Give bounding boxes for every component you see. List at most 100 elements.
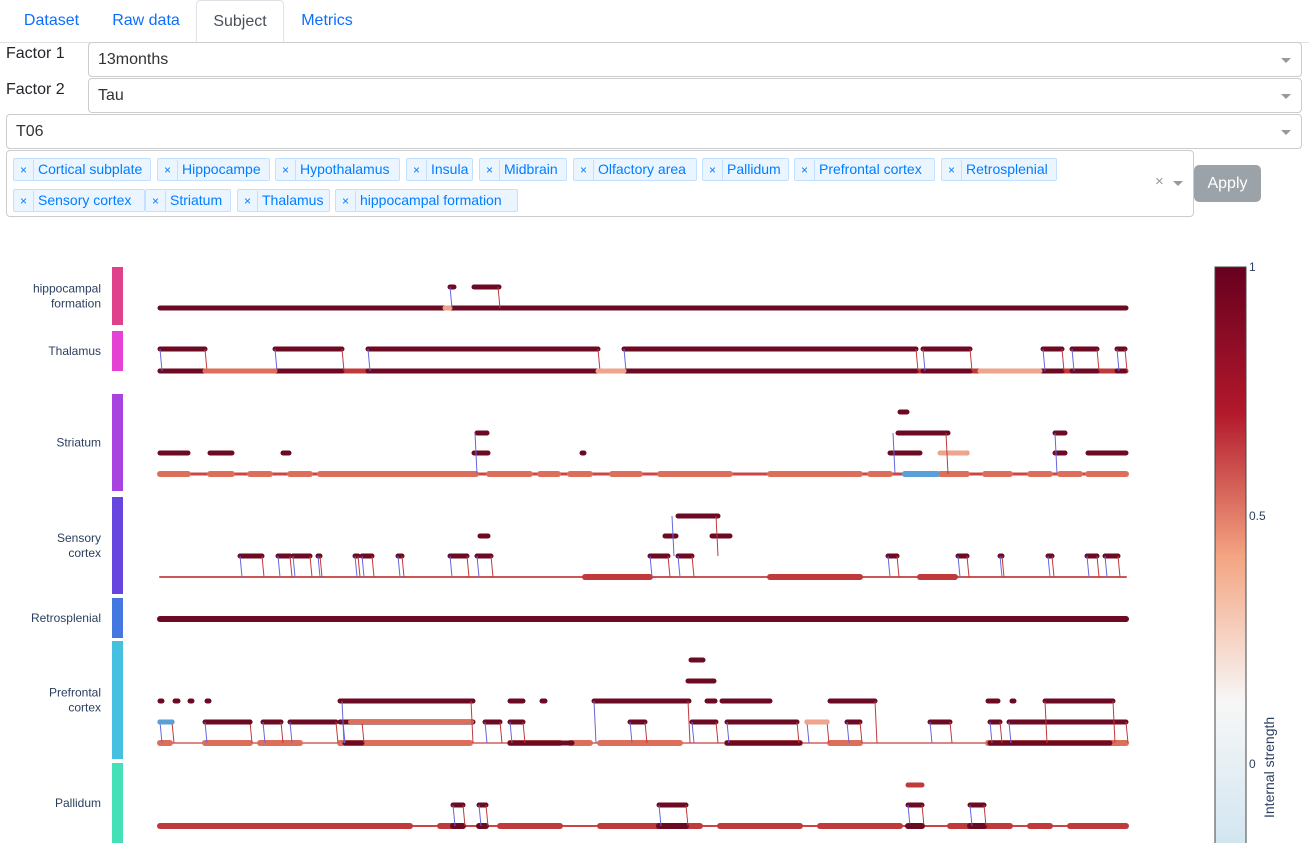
- tab-bar: Dataset Raw data Subject Metrics: [0, 0, 1309, 43]
- track-link: [907, 804, 911, 827]
- row-label: cortex: [68, 546, 101, 560]
- tracks: [157, 284, 1129, 829]
- colorbar-tick: 0: [1249, 757, 1256, 771]
- remove-chip-icon[interactable]: ×: [276, 160, 296, 181]
- track-link: [896, 555, 900, 578]
- track-link: [485, 804, 489, 827]
- region-chip: × Midbrain: [479, 158, 567, 181]
- track-link: [449, 286, 453, 309]
- region-chip: × Retrosplenial: [941, 158, 1057, 181]
- track-link: [361, 555, 365, 578]
- remove-chip-icon[interactable]: ×: [795, 160, 815, 181]
- row-color-band: [112, 763, 123, 843]
- row-label: cortex: [68, 701, 101, 715]
- region-rows: hippocampalformation Thalamus Striatum Sens…: [31, 267, 123, 843]
- track-link: [204, 721, 208, 744]
- track-link: [929, 721, 933, 744]
- chevron-down-icon[interactable]: [1173, 181, 1183, 186]
- track-link: [999, 555, 1003, 578]
- colorbar: [1214, 266, 1247, 843]
- region-chip: × Pallidum: [702, 158, 789, 181]
- track-link: [171, 721, 175, 744]
- row-color-band: [112, 331, 123, 371]
- track-link: [826, 721, 830, 744]
- tab-dataset[interactable]: Dataset: [8, 0, 95, 41]
- track-link: [649, 555, 653, 578]
- remove-chip-icon[interactable]: ×: [703, 160, 723, 181]
- track-link: [629, 721, 633, 744]
- remove-chip-icon[interactable]: ×: [942, 160, 962, 181]
- track-link: [499, 721, 503, 744]
- track-link: [989, 721, 993, 744]
- track-link: [261, 555, 265, 578]
- row-label: Striatum: [56, 436, 101, 450]
- track-link: [949, 721, 953, 744]
- row-color-band: [112, 497, 123, 594]
- remove-chip-icon[interactable]: ×: [480, 160, 500, 181]
- track-link: [887, 555, 891, 578]
- tab-raw-data[interactable]: Raw data: [98, 0, 194, 41]
- track-link: [1086, 555, 1090, 578]
- chevron-down-icon[interactable]: [1281, 130, 1291, 135]
- track-link: [1096, 348, 1100, 372]
- region-chip: × Olfactory area: [573, 158, 697, 181]
- colorbar-tick: 1: [1249, 260, 1256, 274]
- track-link: [623, 348, 627, 372]
- region-chip: × Cortical subplate: [13, 158, 151, 181]
- factor1-label: Factor 1: [6, 45, 65, 62]
- track-link: [357, 555, 361, 578]
- track-link: [371, 555, 375, 578]
- clear-all-icon[interactable]: ×: [1155, 173, 1164, 190]
- track-link: [478, 804, 482, 827]
- remove-chip-icon[interactable]: ×: [158, 160, 178, 181]
- track-link: [1117, 555, 1121, 578]
- track-link: [1096, 555, 1100, 578]
- factor2-select[interactable]: Tau: [88, 78, 1302, 113]
- subject-select[interactable]: T06: [6, 114, 1302, 149]
- apply-button[interactable]: Apply: [1194, 165, 1261, 202]
- track-link: [397, 555, 401, 578]
- track-link: [401, 555, 405, 578]
- track-link: [691, 721, 695, 744]
- region-chip: × Thalamus: [237, 189, 330, 212]
- tab-subject[interactable]: Subject: [196, 0, 284, 42]
- factor1-select[interactable]: 13months: [88, 42, 1302, 77]
- track-link: [859, 721, 863, 744]
- track-link: [1047, 555, 1051, 578]
- track-link: [452, 804, 456, 827]
- chevron-down-icon[interactable]: [1281, 58, 1291, 63]
- track-link: [509, 721, 513, 744]
- track-link: [497, 286, 501, 309]
- track-link: [262, 721, 266, 744]
- remove-chip-icon[interactable]: ×: [146, 191, 166, 212]
- track-link: [715, 721, 719, 744]
- track-link: [159, 721, 163, 744]
- colorbar-title: Internal strength: [1261, 717, 1277, 818]
- track-link: [806, 721, 810, 744]
- track-link: [204, 348, 208, 372]
- remove-chip-icon[interactable]: ×: [574, 160, 594, 181]
- tab-metrics[interactable]: Metrics: [286, 0, 368, 41]
- remove-chip-icon[interactable]: ×: [14, 191, 34, 212]
- track-link: [969, 348, 973, 372]
- remove-chip-icon[interactable]: ×: [336, 191, 356, 212]
- track-link: [1042, 348, 1046, 372]
- track-link: [335, 721, 339, 744]
- track-link: [289, 721, 293, 744]
- track-link: [966, 555, 970, 578]
- remove-chip-icon[interactable]: ×: [238, 191, 258, 212]
- track-link: [922, 348, 926, 372]
- row-label: Sensory: [57, 531, 101, 545]
- track-link: [1001, 555, 1005, 578]
- region-chip: × Sensory cortex: [13, 189, 145, 212]
- track-link: [685, 804, 689, 827]
- row-label: Retrosplenial: [31, 611, 101, 625]
- track-link: [466, 555, 470, 578]
- track-link: [1071, 348, 1075, 372]
- region-multiselect[interactable]: × Cortical subplate × Hippocampe × Hypothal…: [6, 150, 1194, 217]
- track-link: [309, 555, 313, 578]
- chevron-down-icon[interactable]: [1281, 94, 1291, 99]
- remove-chip-icon[interactable]: ×: [14, 160, 34, 181]
- row-label: Prefrontal: [49, 686, 101, 700]
- remove-chip-icon[interactable]: ×: [407, 160, 427, 181]
